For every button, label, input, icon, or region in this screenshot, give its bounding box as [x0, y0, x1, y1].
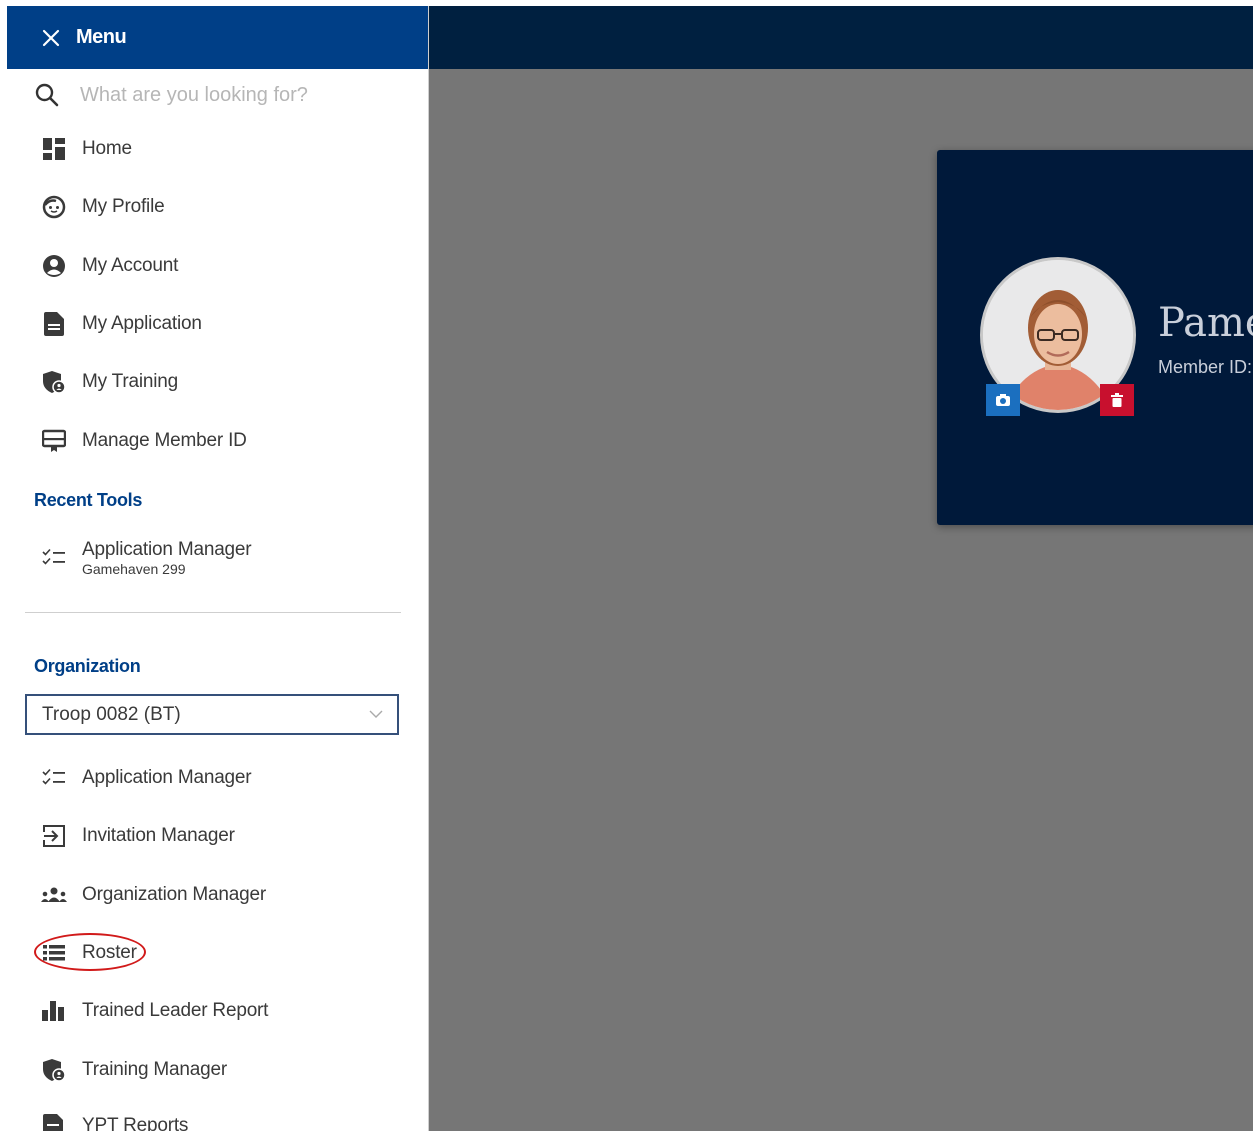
group-icon: [40, 881, 68, 909]
modal-overlay[interactable]: Pame Member ID:: [428, 69, 1253, 1131]
nav-item-label: My Account: [82, 255, 179, 276]
nav-item-label: Manage Member ID: [82, 430, 247, 451]
trash-icon: [1111, 393, 1123, 407]
org-tool-training-manager[interactable]: Training Manager: [40, 1055, 227, 1085]
smiley-face-icon: [40, 193, 68, 221]
nav-item-home[interactable]: Home: [40, 134, 132, 164]
close-icon[interactable]: [40, 27, 62, 49]
nav-item-label: My Profile: [82, 196, 165, 217]
chevron-down-icon: [369, 706, 383, 724]
document-icon: [40, 310, 68, 338]
nav-item-my-profile[interactable]: My Profile: [40, 192, 165, 222]
enter-icon: [40, 822, 68, 850]
camera-icon: [996, 394, 1010, 406]
organization-select[interactable]: Troop 0082 (BT): [25, 694, 399, 735]
recent-tool-label: Application Manager: [82, 539, 252, 560]
org-tool-ypt-reports[interactable]: YPT Reports: [40, 1111, 188, 1131]
org-tool-organization-manager[interactable]: Organization Manager: [40, 880, 266, 910]
recent-tools-heading: Recent Tools: [34, 490, 143, 510]
org-tool-invitation-manager[interactable]: Invitation Manager: [40, 821, 235, 851]
org-tool-label: Training Manager: [82, 1059, 228, 1080]
side-menu: Menu Home My Profile My A: [7, 6, 429, 1131]
org-tool-label: Invitation Manager: [82, 825, 235, 846]
bar-chart-icon: [40, 997, 68, 1025]
menu-header: Menu: [7, 6, 428, 69]
nav-item-manage-member-id[interactable]: Manage Member ID: [40, 426, 247, 456]
shield-user-icon: [40, 1056, 68, 1084]
organization-select-value: Troop 0082 (BT): [42, 703, 181, 725]
shield-user-icon: [40, 368, 68, 396]
search-icon: [35, 83, 59, 107]
org-tool-trained-leader-report[interactable]: Trained Leader Report: [40, 996, 268, 1026]
id-card-icon: [40, 427, 68, 455]
org-tool-label: Organization Manager: [82, 884, 266, 905]
profile-card: Pame Member ID:: [937, 150, 1253, 525]
nav-item-my-account[interactable]: My Account: [40, 251, 178, 281]
account-circle-icon: [40, 252, 68, 280]
nav-item-label: My Application: [82, 313, 202, 334]
org-tool-application-manager[interactable]: Application Manager: [40, 763, 252, 793]
recent-tool-org: Gamehaven 299: [82, 561, 186, 577]
top-bar: [428, 6, 1253, 69]
nav-item-my-application[interactable]: My Application: [40, 309, 202, 339]
app-frame: Pame Member ID: Menu Home: [7, 6, 1253, 1131]
nav-item-label: My Training: [82, 371, 179, 392]
upload-photo-button[interactable]: [986, 384, 1020, 416]
checklist-icon: [40, 764, 68, 792]
checklist-icon: [40, 544, 68, 572]
dashboard-icon: [40, 135, 68, 163]
search-input[interactable]: [78, 82, 382, 108]
profile-name: Pame: [1158, 300, 1253, 346]
organization-heading: Organization: [34, 656, 141, 676]
menu-search[interactable]: [34, 80, 382, 110]
roster-annotation-ellipse: [34, 933, 146, 971]
nav-item-label: Home: [82, 138, 132, 159]
nav-item-my-training[interactable]: My Training: [40, 367, 178, 397]
member-id-label: Member ID:: [1158, 357, 1253, 377]
delete-photo-button[interactable]: [1100, 384, 1134, 416]
org-tool-label: Trained Leader Report: [82, 1000, 269, 1021]
recent-tool-text: Application Manager Gamehaven 299: [68, 539, 252, 577]
menu-title: Menu: [76, 26, 127, 48]
recent-tool-application-manager[interactable]: Application Manager Gamehaven 299: [40, 536, 252, 580]
divider: [25, 612, 401, 613]
org-tool-label: YPT Reports: [82, 1115, 189, 1131]
org-tool-label: Application Manager: [82, 767, 252, 788]
report-icon: [40, 1112, 68, 1131]
